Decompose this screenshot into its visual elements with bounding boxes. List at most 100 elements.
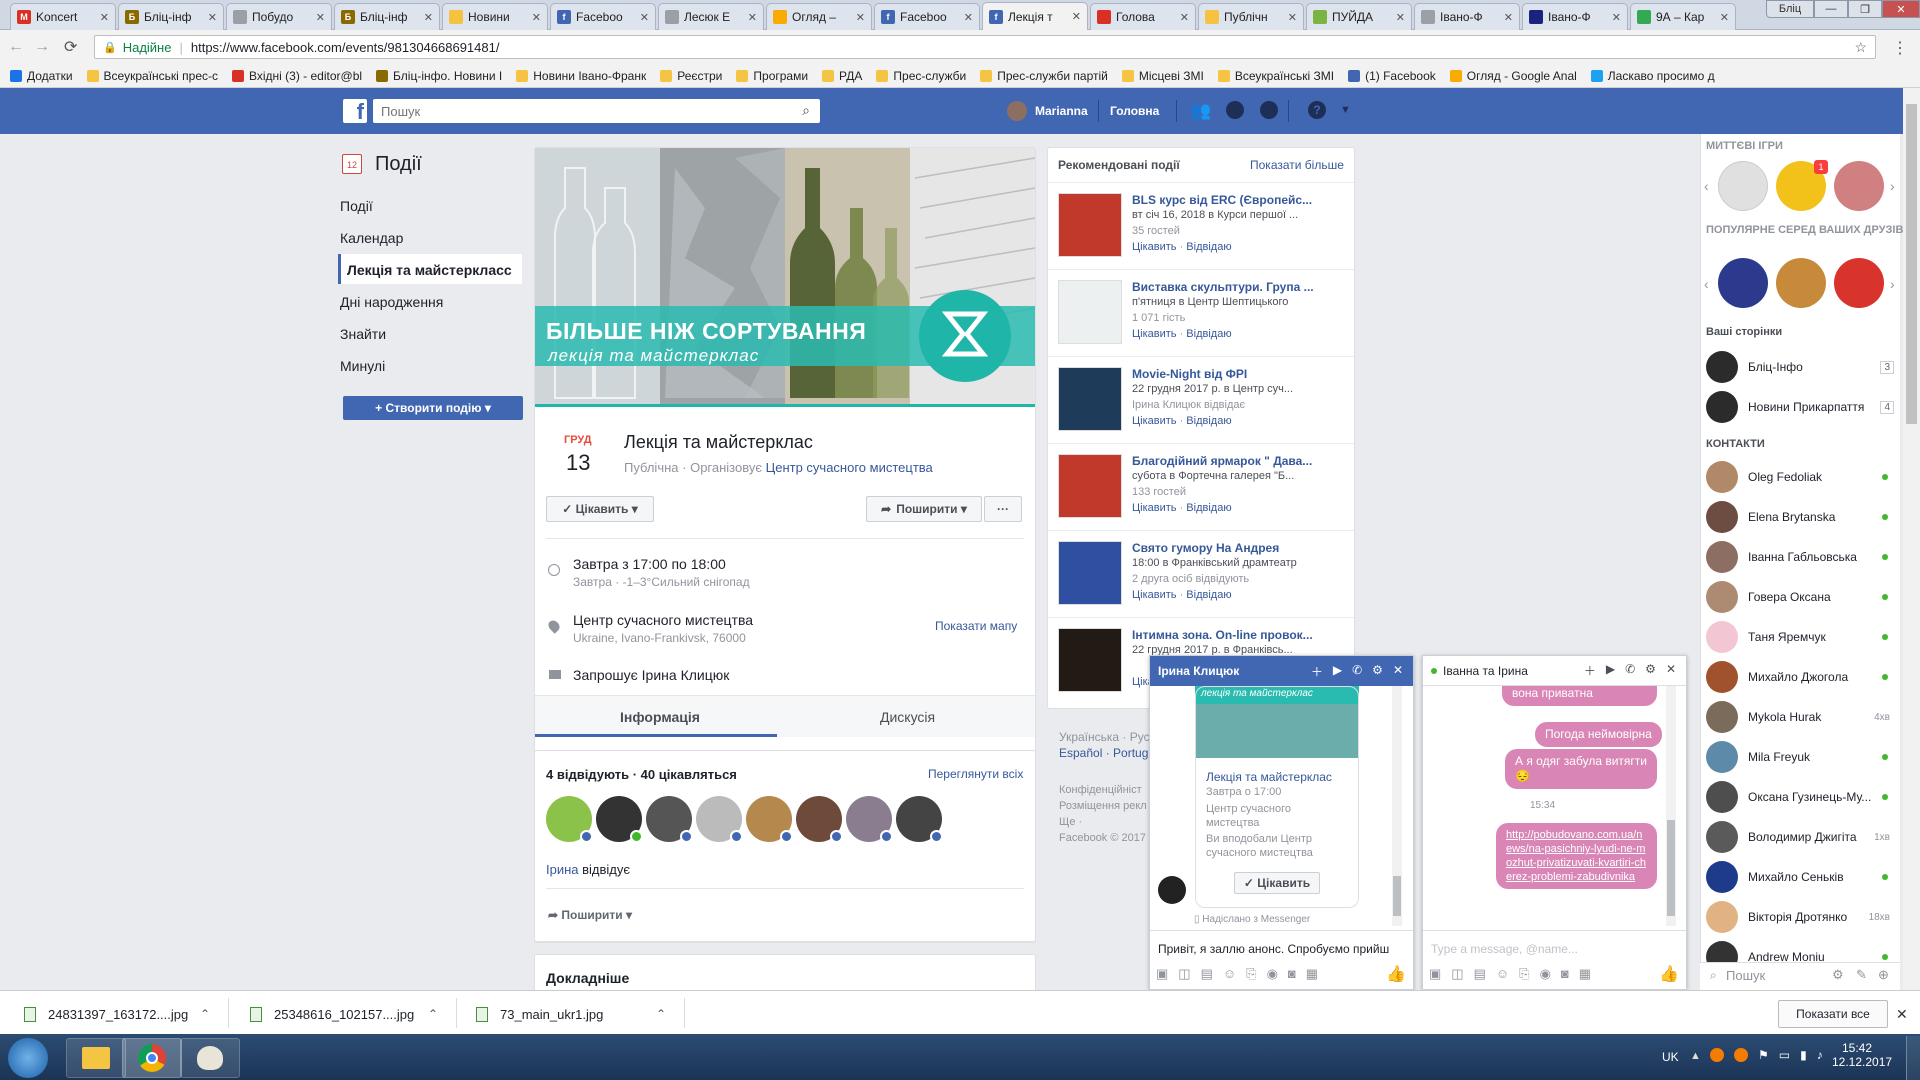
close-window-button[interactable]: ✕ xyxy=(1882,0,1920,18)
photo-icon[interactable]: ▣ xyxy=(1429,966,1441,982)
close-icon[interactable]: ✕ xyxy=(1666,662,1676,679)
event-interested-link[interactable]: Цікавить xyxy=(1132,502,1177,514)
tab-close-icon[interactable]: ✕ xyxy=(1288,11,1297,24)
event-title-link[interactable]: Свято гумору На Андрея xyxy=(1132,541,1279,555)
contact-item[interactable]: Mila Freyuk xyxy=(1706,741,1896,773)
browser-tab[interactable]: Голова ✕ xyxy=(1090,3,1196,30)
chat-contact-name[interactable]: Іванна та Ірина xyxy=(1443,664,1528,678)
bookmark-star-icon[interactable]: ☆ xyxy=(1854,39,1867,56)
event-going-link[interactable]: Відвідаю xyxy=(1186,502,1231,514)
taskbar-paint[interactable] xyxy=(180,1038,240,1078)
browser-tab[interactable]: Побудо ✕ xyxy=(226,3,332,30)
download-item[interactable]: 25348616_102157....jpg xyxy=(250,1007,414,1022)
show-more-link[interactable]: Показати більше xyxy=(1250,158,1344,172)
bookmark-item[interactable]: Всеукраїнські ЗМІ xyxy=(1217,69,1334,83)
recommended-event-item[interactable]: Movie-Night від ФРІ 22 грудня 2017 р. в Ц… xyxy=(1048,356,1354,443)
game-icon-avatar[interactable] xyxy=(1834,161,1884,211)
add-icon[interactable]: ＋ xyxy=(1311,663,1323,680)
tab-info[interactable]: Інформація xyxy=(620,709,700,725)
menu-icon[interactable]: ⋮ xyxy=(1892,38,1908,58)
event-going-link[interactable]: Відвідаю xyxy=(1186,241,1231,253)
more-options-button[interactable]: ··· xyxy=(984,496,1022,522)
browser-tab[interactable]: Івано-Ф ✕ xyxy=(1414,3,1520,30)
download-item[interactable]: 73_main_ukr1.jpg xyxy=(476,1007,603,1022)
reload-icon[interactable]: ⟳ xyxy=(64,37,77,57)
like-icon[interactable]: 👍 xyxy=(1386,964,1406,984)
tab-close-icon[interactable]: ✕ xyxy=(1072,10,1081,23)
new-message-icon[interactable]: ✎ xyxy=(1856,967,1867,983)
browser-tab[interactable]: Огляд – ✕ xyxy=(766,3,872,30)
bookmark-item[interactable]: Огляд - Google Anal xyxy=(1449,69,1577,83)
page-scrollbar-thumb[interactable] xyxy=(1906,104,1917,424)
browser-tab[interactable]: M Koncert ✕ xyxy=(10,3,116,30)
event-title-link[interactable]: Movie-Night від ФРІ xyxy=(1132,367,1247,381)
game-icon-candy[interactable] xyxy=(1834,258,1884,308)
contact-item[interactable]: Oleg Fedoliak xyxy=(1706,461,1896,493)
tray-app-icon[interactable] xyxy=(1710,1048,1724,1062)
tray-expand-icon[interactable]: ▲ xyxy=(1690,1050,1701,1062)
voice-call-icon[interactable]: ✆ xyxy=(1625,662,1635,679)
nav-item-events[interactable]: Події xyxy=(340,198,373,214)
nav-item-discover[interactable]: Знайти xyxy=(340,326,386,342)
tab-close-icon[interactable]: ✕ xyxy=(1396,11,1405,24)
show-all-downloads-button[interactable]: Показати все xyxy=(1778,1000,1888,1028)
recommended-event-item[interactable]: Благодійний ярмарок " Дава... субота в Фо… xyxy=(1048,443,1354,530)
emoji-icon[interactable]: ☺ xyxy=(1223,966,1236,982)
search-icon[interactable]: ⌕ xyxy=(802,102,810,119)
event-place[interactable]: Центр сучасного мистецтва xyxy=(573,612,753,628)
like-icon[interactable]: 👍 xyxy=(1659,964,1679,984)
contact-item[interactable]: Михайло Сеньків xyxy=(1706,861,1896,893)
calendar-icon[interactable]: ▦ xyxy=(1306,966,1318,982)
browser-tab[interactable]: 9А – Кар ✕ xyxy=(1630,3,1736,30)
clock[interactable]: 15:42 12.12.2017 xyxy=(1832,1041,1892,1069)
tab-discussion[interactable]: Дискусія xyxy=(880,709,935,725)
download-item[interactable]: 24831397_163172....jpg xyxy=(24,1007,188,1022)
footer-more[interactable]: Ще · xyxy=(1059,816,1082,828)
language-links[interactable]: Українська · Русс xyxy=(1059,730,1156,744)
input-language[interactable]: UK xyxy=(1662,1050,1679,1064)
chat-scrollbar-thumb[interactable] xyxy=(1393,876,1401,916)
footer-ads[interactable]: Розміщення рекл xyxy=(1059,800,1147,812)
group-chat-icon[interactable]: ⊕ xyxy=(1878,967,1889,983)
game-icon-sudoku[interactable] xyxy=(1718,161,1768,211)
taskbar-chrome[interactable] xyxy=(122,1038,182,1078)
bookmark-item[interactable]: Вхідні (3) - editor@bl xyxy=(232,69,362,83)
browser-tab[interactable]: f Faceboo ✕ xyxy=(874,3,980,30)
taskbar-explorer[interactable] xyxy=(66,1038,126,1078)
browser-tab[interactable]: f Faceboo ✕ xyxy=(550,3,656,30)
facebook-logo-icon[interactable]: f xyxy=(343,99,367,123)
popular-next-icon[interactable]: › xyxy=(1890,276,1895,292)
recommended-event-item[interactable]: Виставка скульптури. Група ... п'ятниця в… xyxy=(1048,269,1354,356)
sticker-icon[interactable]: ◫ xyxy=(1451,966,1463,982)
bookmark-item[interactable]: (1) Facebook xyxy=(1348,69,1436,83)
camera-icon[interactable]: ◙ xyxy=(1561,966,1569,982)
help-icon[interactable]: ? xyxy=(1308,101,1326,119)
bookmark-item[interactable]: Прес-служби партій xyxy=(980,69,1108,83)
event-organizer-link[interactable]: Центр сучасного мистецтва xyxy=(766,460,933,475)
tab-close-icon[interactable]: ✕ xyxy=(856,11,865,24)
photo-icon[interactable]: ▣ xyxy=(1156,966,1168,982)
attach-icon[interactable]: ⎘ xyxy=(1246,966,1256,982)
show-desktop-button[interactable] xyxy=(1906,1036,1920,1080)
home-link[interactable]: Головна xyxy=(1110,104,1159,118)
event-title-link[interactable]: BLS курс від ERC (Європейс... xyxy=(1132,193,1312,207)
chevron-up-icon[interactable]: ⌃ xyxy=(428,1007,438,1021)
contact-item[interactable]: Михайло Джогола xyxy=(1706,661,1896,693)
display-icon[interactable]: ▭ xyxy=(1779,1048,1790,1062)
contacts-search-input[interactable]: Пошук xyxy=(1726,968,1765,983)
add-icon[interactable]: ＋ xyxy=(1584,662,1596,679)
minimize-button[interactable]: — xyxy=(1814,0,1848,18)
games-prev-icon[interactable]: ‹ xyxy=(1704,178,1709,194)
game-icon-monkey[interactable] xyxy=(1776,258,1826,308)
facebook-search-input[interactable] xyxy=(373,100,773,122)
game-icon-bubbles[interactable] xyxy=(1718,258,1768,308)
camera-icon[interactable]: ◙ xyxy=(1288,966,1296,982)
browser-tab[interactable]: Б Бліц-інф ✕ xyxy=(334,3,440,30)
facebook-search[interactable]: ⌕ xyxy=(373,99,820,123)
recommended-event-item[interactable]: BLS курс від ERC (Європейс... вт січ 16, … xyxy=(1048,182,1354,269)
emoji-icon[interactable]: ☺ xyxy=(1496,966,1509,982)
bookmark-item[interactable]: Додатки xyxy=(10,69,73,83)
chat-settings-icon[interactable]: ⚙ xyxy=(1832,967,1844,983)
profile-badge[interactable]: Бліц xyxy=(1766,0,1814,18)
event-thumbnail[interactable] xyxy=(1058,280,1122,344)
